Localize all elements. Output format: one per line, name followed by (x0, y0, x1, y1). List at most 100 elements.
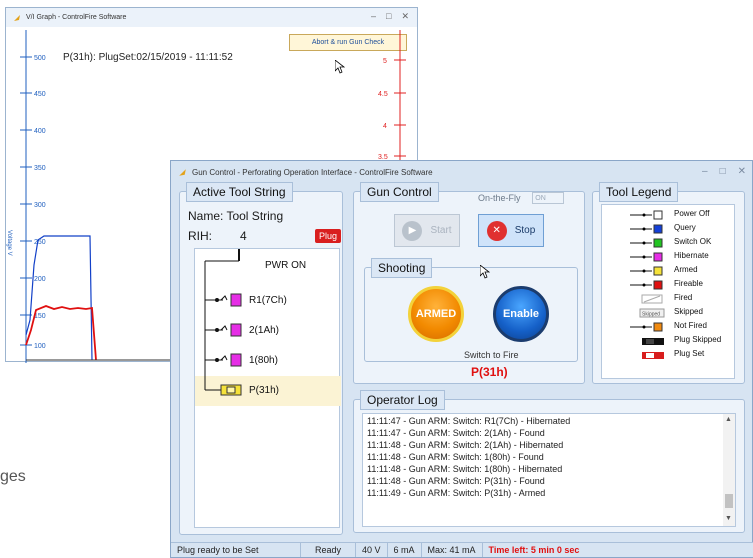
tool-legend-title: Tool Legend (599, 182, 679, 202)
status-message: Plug ready to be Set (171, 543, 301, 557)
status-time-left: Time left: 5 min 0 sec (488, 545, 580, 555)
armed-button[interactable]: ARMED (408, 286, 464, 342)
left-tick-label: 200 (34, 276, 46, 283)
switch-ok-icon (630, 238, 663, 248)
left-tick-label: 100 (34, 343, 46, 350)
legend-label: Skipped (674, 307, 703, 316)
legend-item: Switch OK (602, 236, 736, 250)
rih-value: 4 (240, 229, 247, 243)
gun-control-panel: Gun Control On-the-Fly ON ▶ Start ✕ Stop… (353, 182, 585, 384)
legend-label: Fireable (674, 279, 703, 288)
skipped-inline-label: Skipped (642, 312, 660, 318)
gc-titlebar: Gun Control - Perforating Operation Inte… (171, 161, 752, 183)
legend-item: Hibernate (602, 250, 736, 264)
close-icon[interactable]: ✕ (401, 11, 409, 22)
hibernate-switch-icon (205, 323, 242, 337)
tool-row-1[interactable]: 1(80h) (195, 346, 341, 376)
tool-legend-panel: Tool Legend Power Off Query Switch OK Hi… (592, 182, 745, 384)
left-axis-label: Voltage V (6, 230, 12, 256)
active-tool-string-title: Active Tool String (186, 182, 293, 202)
toggle-off-segment (548, 193, 563, 203)
status-voltage: 40 V (356, 543, 388, 557)
operator-log-title: Operator Log (360, 390, 445, 410)
legend-item: Armed (602, 264, 736, 278)
shooting-panel: Shooting ARMED Enable (364, 258, 578, 362)
hibernate-switch-icon (205, 293, 242, 307)
legend-item: Plug Skipped (602, 334, 736, 348)
legend-label: Switch OK (674, 237, 712, 246)
tool-string-name: Name: Tool String (188, 209, 284, 223)
minimize-icon[interactable]: – (371, 11, 376, 22)
vi-window-title: V/I Graph - ControlFire Software (26, 14, 127, 21)
stop-button[interactable]: ✕ Stop (478, 214, 544, 247)
tool-row-pwr-on[interactable]: PWR ON (195, 251, 341, 281)
not-fired-icon (630, 322, 663, 332)
query-icon (630, 224, 663, 234)
tool-label: 1(80h) (249, 355, 278, 366)
log-line: 11:11:47 - Gun ARM: Switch: R1(7Ch) - Hi… (367, 416, 571, 426)
plug-button[interactable]: Plug (315, 229, 342, 243)
fireable-icon (630, 280, 663, 290)
play-icon: ▶ (402, 220, 423, 241)
legend-label: Power Off (674, 209, 710, 218)
on-the-fly-toggle[interactable]: ON (532, 192, 564, 204)
close-icon[interactable]: ✕ (738, 166, 746, 177)
gun-control-window: Gun Control - Perforating Operation Inte… (170, 160, 753, 558)
maximize-icon[interactable]: □ (720, 166, 726, 177)
legend-item: Power Off (602, 208, 736, 222)
mouse-cursor-icon (480, 265, 490, 279)
tool-row-p31h[interactable]: P(31h) (195, 376, 341, 406)
gc-window-controls: – □ ✕ (702, 166, 746, 177)
operator-log-list[interactable]: 11:11:47 - Gun ARM: Switch: R1(7Ch) - Hi… (362, 413, 736, 527)
legend-label: Fired (674, 293, 693, 302)
scroll-up-icon[interactable]: ▲ (725, 416, 732, 423)
tool-label: R1(7Ch) (249, 295, 287, 306)
vi-window-controls: – □ ✕ (371, 11, 409, 22)
armed-plug-icon (204, 376, 242, 396)
legend-label: Not Fired (674, 321, 707, 330)
status-current: 6 mA (388, 543, 422, 557)
log-line: 11:11:48 - Gun ARM: Switch: 2(1Ah) - Hib… (367, 440, 564, 450)
legend-item: Fireable (602, 278, 736, 292)
enable-button[interactable]: Enable (493, 286, 549, 342)
log-line: 11:11:48 - Gun ARM: Switch: P(31h) - Fou… (367, 476, 545, 486)
scroll-down-icon[interactable]: ▼ (725, 515, 732, 522)
power-off-icon (630, 210, 663, 220)
left-tick-label: 250 (34, 239, 46, 246)
tool-row-r1[interactable]: R1(7Ch) (195, 286, 341, 316)
app-flame-icon (179, 168, 186, 176)
start-label: Start (430, 225, 452, 236)
status-bar: Plug ready to be Set Ready 40 V 6 mA Max… (171, 542, 753, 557)
operator-log-panel: Operator Log 11:11:47 - Gun ARM: Switch:… (353, 390, 745, 533)
legend-label: Armed (674, 265, 698, 274)
voltage-trace (25, 235, 93, 361)
tool-legend-list: Power Off Query Switch OK Hibernate Arme… (601, 204, 735, 379)
hibernate-icon (630, 252, 663, 262)
left-tick-label: 400 (34, 128, 46, 135)
minimize-icon[interactable]: – (702, 166, 708, 177)
fired-icon (641, 294, 663, 304)
legend-item: Query (602, 222, 736, 236)
left-tick-label: 300 (34, 202, 46, 209)
tool-string-list: PWR ON R1(7Ch) 2(1Ah) 1(80h) P(31h) (194, 248, 341, 528)
tool-label: PWR ON (265, 260, 307, 271)
stop-x-icon: ✕ (486, 220, 507, 241)
log-scrollbar[interactable]: ▲ ▼ (723, 414, 735, 526)
tool-row-2[interactable]: 2(1Ah) (195, 316, 341, 346)
scroll-thumb[interactable] (725, 494, 733, 508)
left-tick-label: 500 (34, 55, 46, 62)
armed-icon (630, 266, 663, 276)
status-state: Ready (301, 543, 356, 557)
start-button[interactable]: ▶ Start (394, 214, 460, 247)
left-tick-label: 450 (34, 91, 46, 98)
gc-window-title: Gun Control - Perforating Operation Inte… (192, 167, 433, 177)
maximize-icon[interactable]: □ (386, 11, 391, 22)
mouse-cursor-icon (335, 60, 345, 74)
plug-skipped-icon (642, 338, 664, 345)
tool-label: 2(1Ah) (249, 325, 280, 336)
log-line: 11:11:49 - Gun ARM: Switch: P(31h) - Arm… (367, 488, 546, 498)
shooting-title: Shooting (371, 258, 433, 278)
log-line: 11:11:47 - Gun ARM: Switch: 2(1Ah) - Fou… (367, 428, 545, 438)
vi-titlebar: V/I Graph - ControlFire Software (6, 8, 417, 27)
hibernate-switch-icon (205, 353, 242, 367)
